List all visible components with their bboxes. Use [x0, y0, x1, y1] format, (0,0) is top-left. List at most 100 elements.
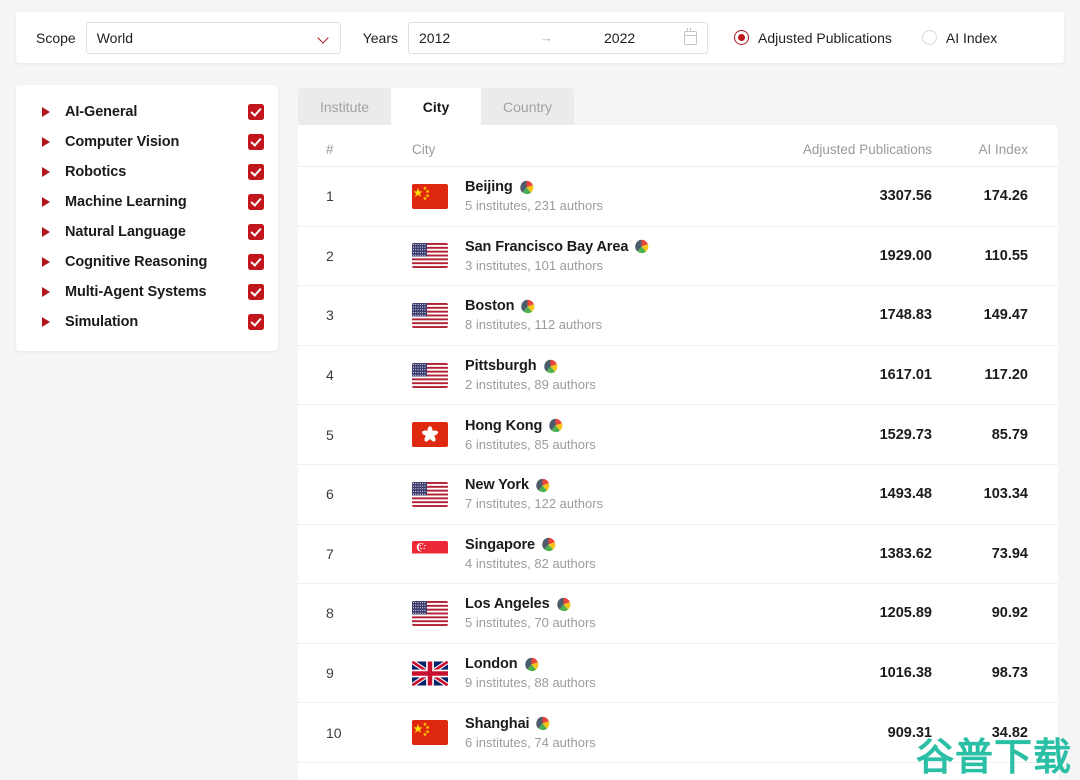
sidebar-item-multi-agent-systems[interactable]: Multi-Agent Systems	[16, 277, 278, 307]
sidebar-item-natural-language[interactable]: Natural Language	[16, 217, 278, 247]
city-name[interactable]: Hong Kong	[465, 418, 542, 434]
expand-triangle-icon[interactable]	[42, 167, 50, 177]
cell-rank: 6	[326, 486, 334, 503]
category-sidebar: AI-General Computer Vision Robotics Machine…	[16, 85, 278, 351]
pie-chart-icon[interactable]	[519, 180, 534, 195]
table-row[interactable]: 3 Boston 8 institutes, 112 authors 1748.83 1…	[298, 286, 1058, 346]
sidebar-item-machine-learning[interactable]: Machine Learning	[16, 187, 278, 217]
pie-chart-icon[interactable]	[520, 299, 535, 314]
years-label: Years	[362, 29, 398, 46]
cell-city: Hong Kong 6 institutes, 85 authors	[412, 418, 752, 452]
city-name[interactable]: Singapore	[465, 537, 535, 553]
expand-triangle-icon[interactable]	[42, 227, 50, 237]
sidebar-item-checkbox[interactable]	[248, 314, 264, 330]
city-name[interactable]: New York	[465, 477, 529, 493]
city-name[interactable]: San Francisco Bay Area	[465, 239, 628, 255]
sidebar-item-checkbox[interactable]	[248, 164, 264, 180]
city-name[interactable]: Los Angeles	[465, 596, 550, 612]
city-name[interactable]: London	[465, 656, 518, 672]
scope-select[interactable]: World	[85, 21, 341, 54]
table-row[interactable]: 6 New York 7 institutes, 122 authors 1493.4…	[298, 465, 1058, 525]
sidebar-item-checkbox[interactable]	[248, 104, 264, 120]
tab-country[interactable]: Country	[481, 88, 575, 125]
cell-city: Boston 8 institutes, 112 authors	[412, 298, 752, 332]
city-subtitle: 5 institutes, 231 authors	[465, 198, 604, 214]
expand-triangle-icon[interactable]	[42, 287, 50, 297]
sidebar-item-computer-vision[interactable]: Computer Vision	[16, 127, 278, 157]
column-header-rank[interactable]: #	[326, 142, 412, 157]
tab-institute[interactable]: Institute	[298, 88, 392, 125]
cell-city: Pittsburgh 2 institutes, 89 authors	[412, 358, 752, 392]
pie-chart-icon[interactable]	[535, 716, 550, 731]
pie-chart-icon[interactable]	[556, 597, 571, 612]
cell-adjusted-publications: 1016.38	[879, 665, 932, 682]
city-name-line: Singapore	[465, 537, 596, 553]
sidebar-item-checkbox[interactable]	[248, 224, 264, 240]
column-header-adjusted-publications[interactable]: Adjusted Publications	[752, 142, 932, 157]
table-row[interactable]: 9 London 9 institutes, 88 authors 1016.38 98…	[298, 644, 1058, 704]
sidebar-item-checkbox[interactable]	[248, 254, 264, 270]
cell-adjusted-publications: 1205.89	[879, 605, 932, 622]
pie-chart-icon[interactable]	[634, 239, 649, 254]
cell-rank: 8	[326, 605, 334, 622]
radio-ai-index-label: AI Index	[945, 29, 998, 46]
column-header-ai-index[interactable]: AI Index	[932, 142, 1028, 157]
city-text-block: San Francisco Bay Area 3 institutes, 101 …	[465, 239, 649, 273]
expand-triangle-icon[interactable]	[42, 197, 50, 207]
table-row[interactable]: 1 Beijing 5 institutes, 231 authors 3307.56…	[298, 167, 1058, 227]
expand-triangle-icon[interactable]	[42, 317, 50, 327]
sidebar-item-checkbox[interactable]	[248, 194, 264, 210]
city-subtitle: 4 institutes, 82 authors	[465, 555, 596, 571]
sidebar-item-simulation[interactable]: Simulation	[16, 307, 278, 337]
city-text-block: Pittsburgh 2 institutes, 89 authors	[465, 358, 596, 392]
table-row[interactable]: 5 Hong Kong 6 institutes, 85 authors 1529.7…	[298, 405, 1058, 465]
cell-ai-index: 73.94	[991, 545, 1028, 562]
pie-chart-icon[interactable]	[543, 359, 558, 374]
sidebar-item-checkbox[interactable]	[248, 284, 264, 300]
cell-ai-index: 85.79	[991, 426, 1028, 443]
cell-adjusted-publications: 1617.01	[879, 367, 932, 384]
cell-rank: 7	[326, 545, 334, 562]
city-subtitle: 2 institutes, 89 authors	[465, 377, 596, 393]
sidebar-item-label: AI-General	[65, 104, 138, 120]
scope-select-value: World	[96, 29, 134, 46]
sidebar-item-cognitive-reasoning[interactable]: Cognitive Reasoning	[16, 247, 278, 277]
pie-chart-icon[interactable]	[535, 478, 550, 493]
sidebar-item-robotics[interactable]: Robotics	[16, 157, 278, 187]
sidebar-item-label: Natural Language	[65, 224, 186, 240]
sidebar-item-ai-general[interactable]: AI-General	[16, 97, 278, 127]
pie-chart-icon[interactable]	[548, 418, 563, 433]
table-row[interactable]: 2 San Francisco Bay Area 3 institutes, 101…	[298, 227, 1058, 287]
city-name[interactable]: Beijing	[465, 179, 513, 195]
cell-adjusted-publications: 1929.00	[879, 247, 932, 264]
tab-city[interactable]: City	[391, 88, 482, 125]
table-row[interactable]: 7 Singapore 4 institutes, 82 authors 1383.6…	[298, 525, 1058, 585]
city-name[interactable]: Pittsburgh	[465, 358, 537, 374]
city-name[interactable]: Boston	[465, 298, 514, 314]
city-text-block: London 9 institutes, 88 authors	[465, 656, 596, 690]
city-text-block: New York 7 institutes, 122 authors	[465, 477, 603, 511]
year-to-input[interactable]: 2022	[604, 30, 684, 46]
expand-triangle-icon[interactable]	[42, 137, 50, 147]
calendar-icon[interactable]	[684, 28, 697, 45]
pie-chart-icon[interactable]	[524, 657, 539, 672]
city-text-block: Singapore 4 institutes, 82 authors	[465, 537, 596, 571]
ranking-table-panel: # City Adjusted Publications AI Index 1 B…	[298, 125, 1058, 780]
column-header-city[interactable]: City	[412, 142, 752, 157]
year-from-input[interactable]: 2012	[419, 30, 489, 46]
table-row[interactable]: 10 Shanghai 6 institutes, 74 authors 909.31…	[298, 703, 1058, 763]
table-row[interactable]: 8 Los Angeles 5 institutes, 70 authors 1205…	[298, 584, 1058, 644]
expand-triangle-icon[interactable]	[42, 257, 50, 267]
expand-triangle-icon[interactable]	[42, 107, 50, 117]
city-subtitle: 3 institutes, 101 authors	[465, 257, 604, 273]
table-row[interactable]: 4 Pittsburgh 2 institutes, 89 authors 1617.…	[298, 346, 1058, 406]
cell-ai-index: 34.82	[991, 724, 1028, 741]
sidebar-item-label: Multi-Agent Systems	[65, 284, 207, 300]
city-name[interactable]: Shanghai	[465, 716, 530, 732]
city-subtitle: 9 institutes, 88 authors	[465, 675, 596, 691]
year-range-picker[interactable]: 2012 → 2022	[408, 21, 708, 54]
radio-adjusted-publications[interactable]: Adjusted Publications	[734, 30, 892, 46]
sidebar-item-checkbox[interactable]	[248, 134, 264, 150]
radio-ai-index[interactable]: AI Index	[921, 29, 998, 46]
pie-chart-icon[interactable]	[541, 537, 556, 552]
